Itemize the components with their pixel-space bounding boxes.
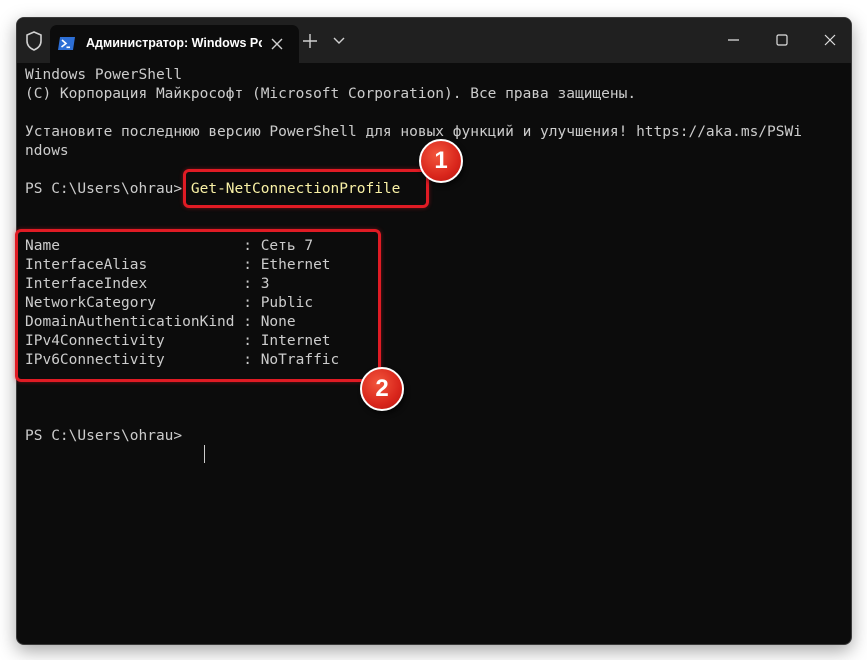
- copyright-line: (C) Корпорация Майкрософт (Microsoft Cor…: [25, 86, 637, 102]
- text-cursor: [204, 445, 205, 463]
- header-line: Windows PowerShell: [25, 67, 183, 83]
- close-icon[interactable]: [269, 36, 285, 52]
- final-prompt: PS C:\Users\ohrau>: [25, 428, 191, 444]
- tab-title: Администратор: Windows PowerShell: [86, 36, 262, 50]
- chevron-down-icon[interactable]: [330, 31, 348, 49]
- step-badge-1: 1: [419, 139, 463, 183]
- prompt: PS C:\Users\ohrau>: [25, 181, 191, 197]
- step-badge-2: 2: [360, 367, 404, 411]
- powershell-icon: [58, 37, 75, 50]
- tab-powershell[interactable]: Администратор: Windows PowerShell: [50, 25, 299, 63]
- plus-icon[interactable]: [300, 31, 320, 51]
- upgrade-line-wrap: ndows: [25, 143, 69, 159]
- highlight-command: [183, 169, 429, 208]
- highlight-output: [15, 229, 381, 382]
- upgrade-line: Установите последнюю версию PowerShell д…: [25, 124, 802, 140]
- minimize-icon[interactable]: [720, 28, 748, 52]
- title-bar: Администратор: Windows PowerShell: [17, 18, 851, 63]
- maximize-icon[interactable]: [768, 28, 796, 52]
- shield-icon: [26, 31, 42, 51]
- close-icon[interactable]: [816, 28, 844, 52]
